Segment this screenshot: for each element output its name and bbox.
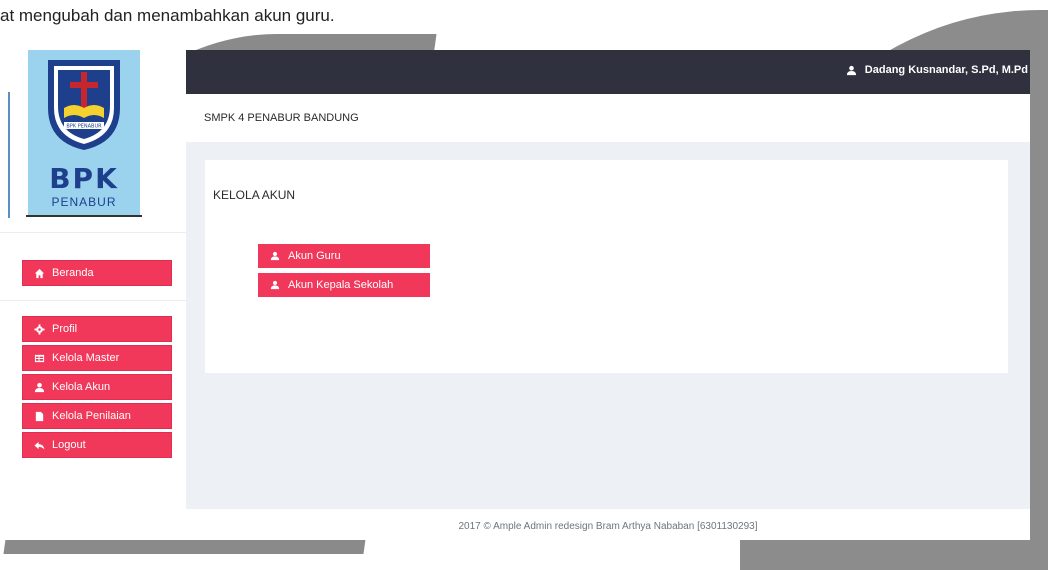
- sidebar-item-kelola-akun[interactable]: Kelola Akun: [22, 374, 172, 400]
- user-icon: [270, 280, 280, 290]
- user-icon: [846, 65, 856, 75]
- user-name: Dadang Kusnandar, S.Pd, M.Pd: [864, 64, 1028, 76]
- sidebar-item-profil[interactable]: Profil: [22, 316, 172, 342]
- akun-kepala-sekolah-button[interactable]: Akun Kepala Sekolah: [258, 273, 430, 297]
- logo-underline: [26, 215, 142, 217]
- sidebar-item-kelola-master[interactable]: Kelola Master: [22, 345, 172, 371]
- divider: [0, 232, 186, 233]
- logo-title: BPK: [49, 162, 119, 195]
- user-icon: [270, 251, 280, 261]
- akun-guru-button[interactable]: Akun Guru: [258, 244, 430, 268]
- user-menu[interactable]: Dadang Kusnandar, S.Pd, M.Pd: [846, 64, 1028, 76]
- sidebar: BPK PENABUR BPK PENABUR Beranda Profil K…: [0, 50, 186, 540]
- gear-icon: [33, 323, 45, 335]
- page-titlebar: SMPK 4 PENABUR BANDUNG: [186, 94, 1030, 142]
- sidebar-edge: [8, 92, 10, 218]
- footer-text: 2017 © Ample Admin redesign Bram Arthya …: [458, 521, 758, 532]
- app-window: BPK PENABUR BPK PENABUR Beranda Profil K…: [0, 50, 1030, 540]
- shield-icon: BPK PENABUR: [48, 60, 120, 150]
- sidebar-item-beranda[interactable]: Beranda: [22, 260, 172, 286]
- reply-icon: [33, 439, 45, 451]
- sidebar-item-label: Kelola Penilaian: [52, 410, 131, 422]
- sidebar-item-label: Kelola Master: [52, 352, 120, 364]
- document-caption: at mengubah dan menambahkan akun guru.: [0, 6, 335, 25]
- sidebar-item-logout[interactable]: Logout: [22, 432, 172, 458]
- sidebar-item-label: Profil: [52, 323, 78, 335]
- page-title: KELOLA AKUN: [213, 188, 296, 202]
- button-label: Akun Kepala Sekolah: [288, 279, 394, 291]
- divider: [0, 300, 186, 301]
- logo-banner: BPK PENABUR: [66, 124, 102, 130]
- logo-subtitle: PENABUR: [51, 195, 117, 209]
- home-icon: [33, 267, 45, 279]
- sidebar-item-label: Kelola Akun: [52, 381, 111, 393]
- file-icon: [33, 410, 45, 422]
- table-icon: [33, 352, 45, 364]
- footer: 2017 © Ample Admin redesign Bram Arthya …: [186, 509, 1030, 540]
- button-label: Akun Guru: [288, 250, 341, 262]
- top-navbar: Dadang Kusnandar, S.Pd, M.Pd: [186, 50, 1030, 94]
- school-name: SMPK 4 PENABUR BANDUNG: [204, 112, 359, 124]
- sidebar-item-label: Logout: [52, 439, 86, 451]
- content-card: KELOLA AKUN Akun Guru Akun Kepala Sekola…: [205, 160, 1008, 373]
- logo[interactable]: BPK PENABUR BPK PENABUR: [28, 50, 140, 216]
- user-icon: [33, 381, 45, 393]
- sidebar-item-label: Beranda: [52, 267, 94, 279]
- sidebar-item-kelola-penilaian[interactable]: Kelola Penilaian: [22, 403, 172, 429]
